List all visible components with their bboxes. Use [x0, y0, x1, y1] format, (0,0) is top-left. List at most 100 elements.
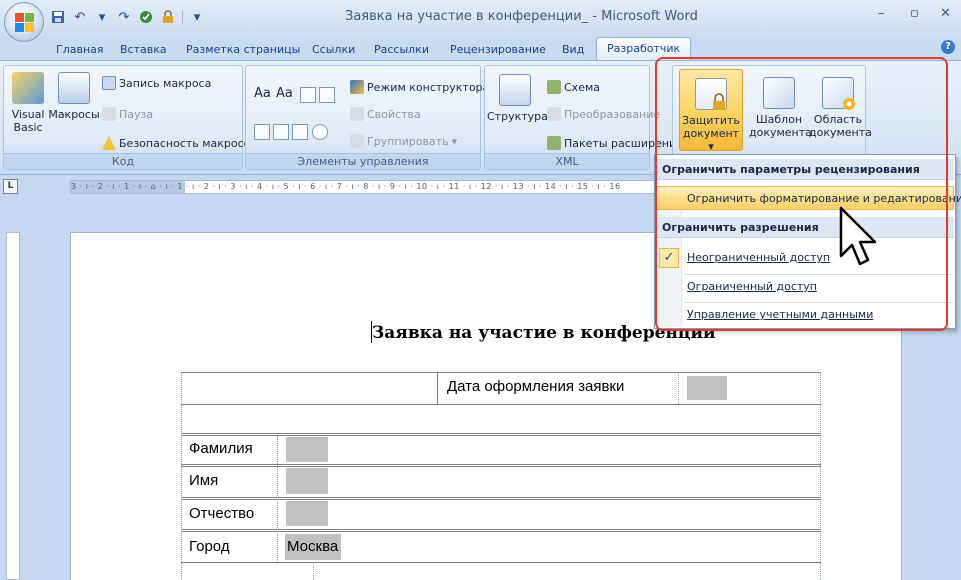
table-border — [181, 372, 182, 580]
expansion-packs-button[interactable]: Пакеты расширения — [547, 136, 683, 150]
pause-button[interactable]: Пауза — [102, 107, 153, 121]
title-bar: ↶ ▾ ↷ ▾ Заявка на участие в конференции_… — [0, 0, 961, 42]
protect-document-label-2: документ — [682, 127, 740, 140]
restricted-access-item[interactable]: Ограниченный доступ — [656, 275, 954, 299]
design-mode-label: Режим конструктора — [367, 80, 490, 94]
patronymic-field[interactable] — [286, 501, 328, 526]
redo-icon[interactable]: ↷ — [116, 9, 132, 25]
properties-label: Свойства — [367, 107, 421, 121]
document-panel-label-2: документа — [809, 126, 872, 139]
menu-header-permissions: Ограничить разрешения — [656, 217, 954, 238]
building-block-control-icon[interactable] — [319, 87, 335, 103]
tab-insert[interactable]: Вставка — [120, 40, 167, 60]
maximize-icon[interactable]: ▫ — [910, 6, 919, 21]
tab-developer[interactable]: Разработчик — [596, 37, 692, 60]
tab-page-layout[interactable]: Разметка страницы — [186, 40, 300, 60]
restrict-formatting-editing-item[interactable]: Ограничить форматирование и редактирован… — [656, 186, 961, 210]
table-border — [678, 372, 679, 404]
design-mode-button[interactable]: Режим конструктора — [350, 80, 489, 94]
help-icon[interactable]: ? — [941, 40, 955, 54]
schema-button[interactable]: Схема — [547, 80, 600, 94]
ruler-ticks: 3 · ı · 2 · ı · 1 · ı · ⌂ · ı · 1 · ı · … — [71, 182, 621, 191]
visual-basic-label-1: Visual — [11, 108, 45, 121]
ribbon-tabs: Главная Вставка Разметка страницы Ссылки… — [0, 36, 961, 60]
macros-button[interactable]: Макросы — [48, 72, 100, 121]
record-macro-icon — [102, 76, 116, 90]
customize-icon[interactable]: ▾ — [189, 9, 205, 25]
group-code: Visual Basic Макросы Запись макроса Пауз… — [3, 65, 257, 170]
group-icon — [350, 134, 364, 148]
unrestricted-access-label: Неограниченный доступ — [687, 251, 831, 264]
group-xml: Структура Схема Преобразование Пакеты ра… — [484, 65, 683, 170]
date-label: Дата оформления заявки — [447, 378, 625, 395]
rich-text-control-button[interactable]: Aa — [254, 86, 271, 101]
pause-label: Пауза — [119, 107, 154, 121]
tab-references[interactable]: Ссылки — [312, 40, 355, 60]
document-template-label-1: Шаблон — [755, 113, 803, 126]
properties-button[interactable]: Свойства — [350, 107, 421, 121]
document-template-label-2: документа — [749, 126, 812, 139]
text-cursor — [371, 321, 372, 343]
table-border — [181, 372, 821, 373]
word-window: ↶ ▾ ↷ ▾ Заявка на участие в конференции_… — [0, 0, 961, 580]
group-code-label: Код — [4, 153, 242, 169]
group-controls-label: Элементы управления — [246, 153, 480, 169]
office-button[interactable] — [4, 2, 44, 42]
text-control-button[interactable]: Aa — [276, 86, 293, 101]
lock-icon[interactable] — [160, 9, 176, 25]
tab-home[interactable]: Главная — [56, 40, 104, 60]
tab-selector[interactable]: L — [3, 179, 18, 194]
vertical-ruler[interactable] — [6, 232, 20, 580]
name-field[interactable] — [286, 468, 328, 494]
undo-icon[interactable]: ↶ — [72, 9, 88, 25]
table-border — [820, 372, 821, 580]
group-dropdown-icon: ▾ — [451, 134, 458, 148]
table-border — [181, 404, 821, 405]
surname-field[interactable] — [286, 437, 328, 462]
visual-basic-label-2: Basic — [13, 121, 43, 134]
spell-check-icon[interactable] — [138, 9, 154, 25]
document-panel-icon — [822, 77, 855, 110]
dropdown-control-icon[interactable] — [273, 124, 289, 140]
document-template-button[interactable]: Шаблон документа — [749, 77, 812, 139]
legacy-tools-icon[interactable] — [312, 124, 328, 140]
group-button[interactable]: Группировать ▾ — [350, 134, 457, 148]
schema-icon — [547, 80, 561, 94]
save-icon[interactable] — [50, 9, 66, 25]
group-controls: Aa Aa Режим конструктора Свойства Группи… — [245, 65, 489, 170]
tab-review[interactable]: Рецензирование — [450, 40, 546, 60]
document-panel-button[interactable]: Область документа — [809, 77, 872, 139]
table-border — [437, 372, 438, 404]
manage-credentials-label: Управление учетными данными — [687, 308, 874, 321]
schema-label: Схема — [564, 80, 600, 94]
minimize-icon[interactable]: – — [878, 6, 885, 21]
date-field[interactable] — [687, 376, 727, 400]
combo-box-control-icon[interactable] — [254, 124, 270, 140]
macro-security-button[interactable]: Безопасность макросов — [102, 136, 257, 150]
toolbar-separator — [182, 10, 183, 24]
protect-document-menu: Ограничить параметры рецензирования Огра… — [654, 154, 961, 329]
office-logo-icon — [15, 13, 34, 32]
tab-view[interactable]: Вид — [562, 40, 584, 60]
tab-mailings[interactable]: Рассылки — [374, 40, 429, 60]
structure-button[interactable]: Структура — [487, 74, 548, 123]
transform-button[interactable]: Преобразование — [547, 107, 660, 121]
date-picker-control-icon[interactable] — [292, 124, 308, 140]
record-macro-label: Запись макроса — [119, 76, 212, 90]
protect-document-button[interactable]: Защитить документ ▾ — [679, 69, 743, 153]
close-icon[interactable]: ✕ — [940, 6, 951, 21]
visual-basic-button[interactable]: Visual Basic — [8, 72, 48, 134]
warning-icon — [102, 136, 116, 150]
application-form-table[interactable]: Дата оформления заявки Фамилия Имя Отчес… — [181, 372, 821, 580]
city-value[interactable]: Москва — [287, 538, 338, 555]
manage-credentials-item[interactable]: Управление учетными данными — [656, 303, 954, 327]
structure-label: Структура — [487, 110, 548, 123]
record-macro-button[interactable]: Запись макроса — [102, 76, 211, 90]
window-title: Заявка на участие в конференции_ - Micro… — [345, 9, 698, 24]
quick-access-dropdown-icon[interactable]: ▾ — [94, 9, 110, 25]
unrestricted-access-item[interactable]: ✓ Неограниченный доступ — [656, 246, 954, 270]
design-mode-icon — [350, 80, 364, 94]
picture-control-icon[interactable] — [300, 87, 316, 103]
table-border — [313, 562, 314, 580]
check-icon: ✓ — [659, 248, 679, 268]
